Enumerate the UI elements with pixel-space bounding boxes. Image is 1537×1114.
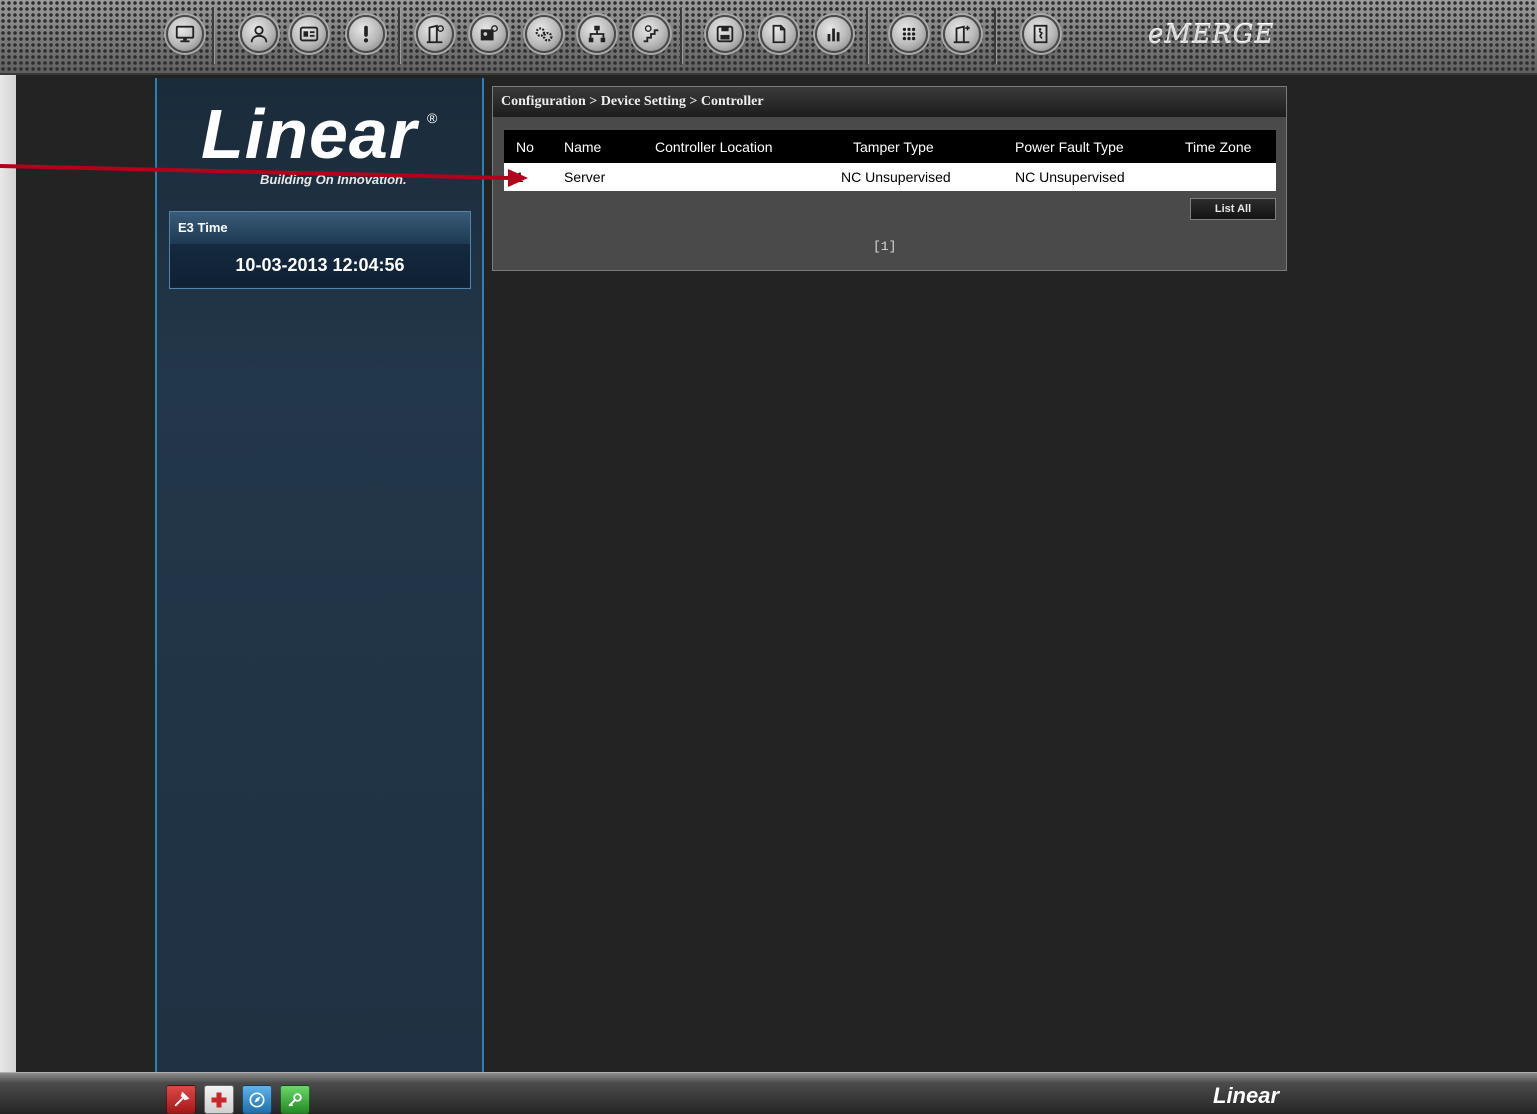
column-header-controller-location[interactable]: Controller Location <box>643 130 841 163</box>
emerge-logo: eMERGE <box>1148 20 1275 50</box>
exit-door-icon[interactable] <box>1022 15 1060 53</box>
toolbar-separator <box>212 8 214 64</box>
table-header-row: No Name Controller Location Tamper Type … <box>504 130 1276 163</box>
sidebar: Linear ® Building On Innovation. E3 Time… <box>155 78 484 1072</box>
key-icon[interactable] <box>280 1085 310 1114</box>
column-header-name[interactable]: Name <box>552 130 643 163</box>
registered-mark: ® <box>427 110 438 126</box>
time-panel-value: 10-03-2013 12:04:56 <box>170 244 470 286</box>
keypad-icon[interactable] <box>890 15 928 53</box>
toolbar-separator <box>398 8 400 64</box>
brand-tagline: Building On Innovation. <box>260 172 407 187</box>
document-icon[interactable] <box>760 15 798 53</box>
cell-no[interactable]: 1 <box>504 163 552 191</box>
bottom-linear-logo: Linear <box>1213 1083 1280 1108</box>
person-icon[interactable] <box>240 15 278 53</box>
cell-power-fault-type[interactable]: NC Unsupervised <box>1003 163 1173 191</box>
network-settings-icon[interactable] <box>578 15 616 53</box>
bottom-bar <box>0 1072 1537 1114</box>
compass-icon[interactable] <box>242 1085 272 1114</box>
list-all-button[interactable]: List All <box>1190 198 1276 220</box>
toolbar-separator <box>866 8 868 64</box>
left-gutter <box>0 0 16 1113</box>
cell-name[interactable]: Server <box>552 163 643 191</box>
tools-icon[interactable] <box>166 1085 196 1114</box>
toolbar-separator <box>994 8 996 64</box>
door-add-icon[interactable] <box>943 15 981 53</box>
column-header-no[interactable]: No <box>504 130 552 163</box>
floppy-save-icon[interactable] <box>706 15 744 53</box>
photo-settings-icon[interactable] <box>470 15 508 53</box>
cell-time-zone[interactable] <box>1173 163 1276 191</box>
pagination[interactable]: [1] <box>873 239 896 254</box>
door-settings-icon[interactable] <box>416 15 454 53</box>
medical-cross-icon[interactable] <box>204 1085 234 1114</box>
bar-chart-icon[interactable] <box>815 15 853 53</box>
time-panel-title: E3 Time <box>170 212 470 244</box>
linear-logo: Linear ® Building On Innovation. <box>197 95 457 187</box>
brand-word: Linear <box>201 95 418 173</box>
table-row[interactable]: 1 Server NC Unsupervised NC Unsupervised <box>504 163 1276 191</box>
gears-icon[interactable] <box>525 15 563 53</box>
column-header-time-zone[interactable]: Time Zone <box>1173 130 1276 163</box>
controller-table: No Name Controller Location Tamper Type … <box>504 130 1276 191</box>
cell-controller-location[interactable] <box>643 163 841 191</box>
column-header-tamper-type[interactable]: Tamper Type <box>841 130 1003 163</box>
controller-panel: Configuration > Device Setting > Control… <box>492 86 1287 271</box>
e3-time-panel: E3 Time 10-03-2013 12:04:56 <box>169 211 471 289</box>
breadcrumb: Configuration > Device Setting > Control… <box>493 87 1286 117</box>
main-toolbar: eMERGE <box>0 0 1537 75</box>
id-card-icon[interactable] <box>290 15 328 53</box>
toolbar-separator <box>680 8 682 64</box>
alert-icon[interactable] <box>347 15 385 53</box>
cell-tamper-type[interactable]: NC Unsupervised <box>841 163 1003 191</box>
column-header-power-fault-type[interactable]: Power Fault Type <box>1003 130 1173 163</box>
elevator-settings-icon[interactable] <box>632 15 670 53</box>
monitor-icon[interactable] <box>166 15 204 53</box>
